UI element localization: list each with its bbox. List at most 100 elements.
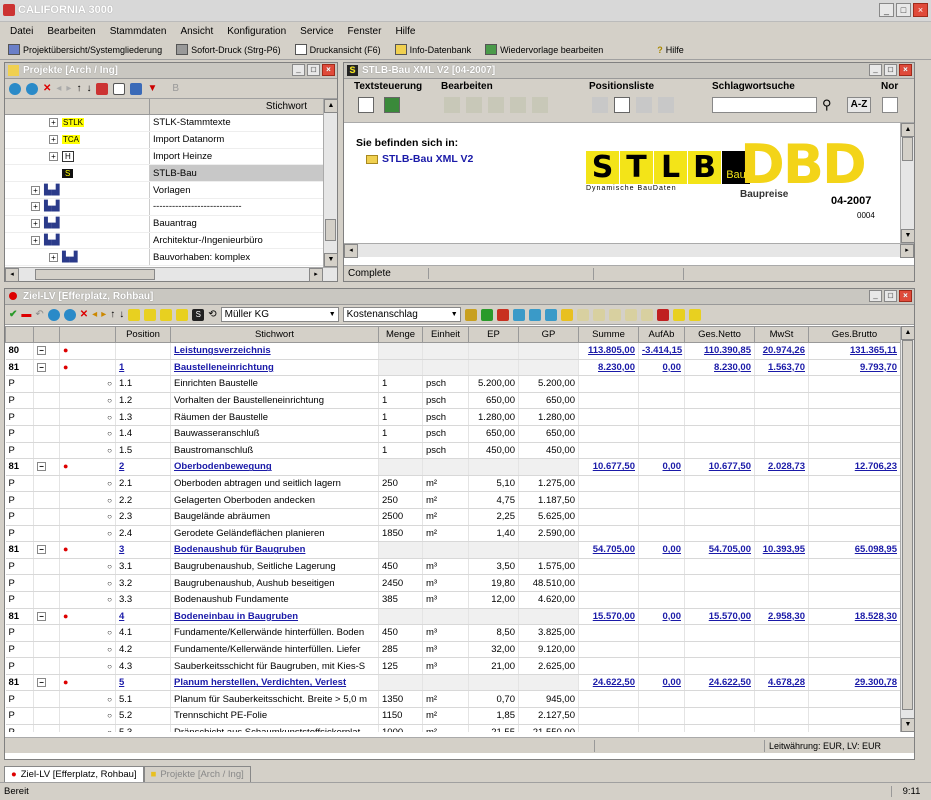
project-overview-button[interactable]: Projektübersicht/Systemgliederung [8,44,162,55]
menu-service[interactable]: Service [300,26,333,37]
insert-icon[interactable] [63,308,76,321]
delete-icon[interactable]: ✕ [80,309,88,320]
scroll-up-icon[interactable]: ▲ [324,99,338,113]
binoculars-icon[interactable]: ⚲ [822,97,832,113]
sum-icon[interactable] [480,308,493,321]
tree-item[interactable]: + ▙▟ Bauvorhaben: komplex [5,249,337,267]
position-row[interactable]: P ○ 2.1 Oberboden abtragen und seitlich lag… [5,475,900,493]
collapse-icon[interactable]: − [37,346,46,356]
az-button[interactable]: A-Z [847,97,871,113]
window-icon[interactable] [512,308,525,321]
move-down-icon[interactable]: ↓ [119,309,124,320]
position-row[interactable]: P ○ 1.3 Räumen der Baustelle 1 psch 1.280,00 1.… [5,408,900,426]
expand-icon[interactable]: + [31,219,40,229]
column-header[interactable]: Ges.Netto [684,326,755,343]
stlb-max-button[interactable]: □ [884,64,897,76]
minimize-button[interactable]: _ [879,3,894,17]
group-row[interactable]: 81− ● 4 Bodeneinbau in Baugruben 15.570,00 0,… [5,608,900,626]
expand-icon[interactable]: + [49,151,58,161]
projects-close-button[interactable]: × [322,64,335,76]
tree-item[interactable]: + ▙▟ Architektur-/Ingenieurbüro [5,232,337,250]
lv-close-button[interactable]: × [899,290,912,302]
note-icon[interactable] [672,308,685,321]
position-row[interactable]: P ○ 4.2 Fundamente/Kellerwände hinterfüllen… [5,641,900,659]
position-row[interactable]: P ○ 2.4 Gerodete Geländeflächen planieren 18… [5,525,900,543]
letter-s-icon[interactable] [592,308,605,321]
bold-icon[interactable]: B [172,83,179,94]
note2-icon[interactable] [688,308,701,321]
lv-vscroll[interactable]: ▲ ▼ [900,326,914,732]
letter-h-icon[interactable] [608,308,621,321]
menu-konfiguration[interactable]: Konfiguration [227,26,286,37]
tree-item[interactable]: + ▙▟ ---------------------------- [5,198,337,216]
column-header[interactable]: EP [468,326,519,343]
move-up-icon[interactable]: ↑ [110,309,115,320]
stlb-small-icon[interactable]: S [192,308,205,321]
column-header[interactable]: Einheit [422,326,469,343]
lv-max-button[interactable]: □ [884,290,897,302]
position-row[interactable]: P ○ 1.2 Vorhalten der Baustelleneinrichtung… [5,392,900,410]
position-row[interactable]: P ○5.3Dränschicht aus Schaumkunststoffsic… [5,724,900,732]
tree-item[interactable]: +SSTLB-Bau [5,165,337,183]
delete-icon[interactable]: ✕ [43,83,51,94]
nor-input[interactable] [882,97,898,113]
tab-projekte[interactable]: ■ Projekte [Arch / Ing] [143,766,251,782]
export-icon[interactable] [384,97,400,113]
panel-icon[interactable] [544,308,557,321]
stlb-vscroll[interactable]: ▲ ▼ [900,123,915,243]
add-icon[interactable] [9,82,21,95]
insert-icon[interactable] [26,82,38,95]
stlb-close-button[interactable]: × [899,64,912,76]
position-row[interactable]: P ○ 3.1 Baugrubenaushub, Seitliche Lagerung… [5,558,900,576]
view-icon[interactable] [113,82,126,95]
column-header[interactable]: Stichwort [170,326,379,343]
menu-fenster[interactable]: Fenster [348,26,382,37]
menu-bearbeiten[interactable]: Bearbeiten [47,26,95,37]
move-down-icon[interactable]: ↓ [86,83,91,94]
group-row[interactable]: 80− ● Leistungsverzeichnis 113.805,00 -3.414… [5,342,900,360]
column-header[interactable]: Summe [578,326,639,343]
dropdown-icon[interactable]: ▼ [147,83,157,94]
new-text-icon[interactable] [358,97,374,113]
resubmission-button[interactable]: Wiedervorlage bearbeiten [485,44,603,55]
position-row[interactable]: P ○ 1.5 Baustromanschluß 1 psch 450,00 450,00 [5,442,900,460]
copy-icon[interactable] [96,82,109,95]
menu-hilfe[interactable]: Hilfe [395,26,415,37]
split-icon[interactable] [528,308,541,321]
stlb-min-button[interactable]: _ [869,64,882,76]
projects-vscroll[interactable]: ▲ ▼ [323,99,338,267]
letter-k-icon[interactable] [640,308,653,321]
collapse-icon[interactable]: − [37,462,46,472]
close-button[interactable]: × [913,3,928,17]
search-input[interactable] [712,97,817,113]
print-preview-button[interactable]: Druckansicht (F6) [294,44,381,55]
arrow-right-icon[interactable]: ▸ [101,309,106,320]
scroll-down-icon[interactable]: ▼ [324,253,338,267]
arrow-left-icon[interactable]: ◂ [92,309,97,320]
arrow-right-icon[interactable]: ▸ [66,83,71,94]
expand-icon[interactable]: + [31,185,40,195]
group-row[interactable]: 81− ● 2 Oberbodenbewegung 10.677,50 0,00 10.67… [5,458,900,476]
tab-ziel-lv[interactable]: ● Ziel-LV [Efferplatz, Rohbau] [4,766,144,782]
position-row[interactable]: P ○ 2.2 Gelagerten Oberboden andecken 250 m² 4… [5,491,900,509]
group-row[interactable]: 81− ● 1 Baustelleneinrichtung 8.230,00 0,00 8.… [5,359,900,377]
collapse-icon[interactable]: − [37,545,46,555]
menu-ansicht[interactable]: Ansicht [180,26,213,37]
refresh-icon[interactable]: ⟲ [208,309,216,320]
collapse-icon[interactable]: − [37,678,46,688]
projects-min-button[interactable]: _ [292,64,305,76]
tree-item[interactable]: + ▙▟ Bauantrag [5,215,337,233]
arrow-left-icon[interactable]: ◂ [56,83,61,94]
position-row[interactable]: P ○ 5.2 Trennschicht PE-Folie 1150 m² 1,85 2.12… [5,707,900,725]
expand-icon[interactable]: + [49,135,58,145]
tree-item[interactable]: + STLK STLK-Stammtexte [5,115,337,132]
undo-icon[interactable]: ↶ [35,309,43,320]
column-header[interactable]: Menge [378,326,423,343]
collapse-icon[interactable]: − [37,362,46,372]
menu-datei[interactable]: Datei [10,26,33,37]
help-button[interactable]: ? Hilfe [657,45,684,55]
position-row[interactable]: P ○ 1.4 Bauwasseranschluß 1 psch 650,00 650,00 [5,425,900,443]
check-icon[interactable]: ✔ [9,309,17,320]
tool2-icon[interactable] [144,308,157,321]
projects-max-button[interactable]: □ [307,64,320,76]
